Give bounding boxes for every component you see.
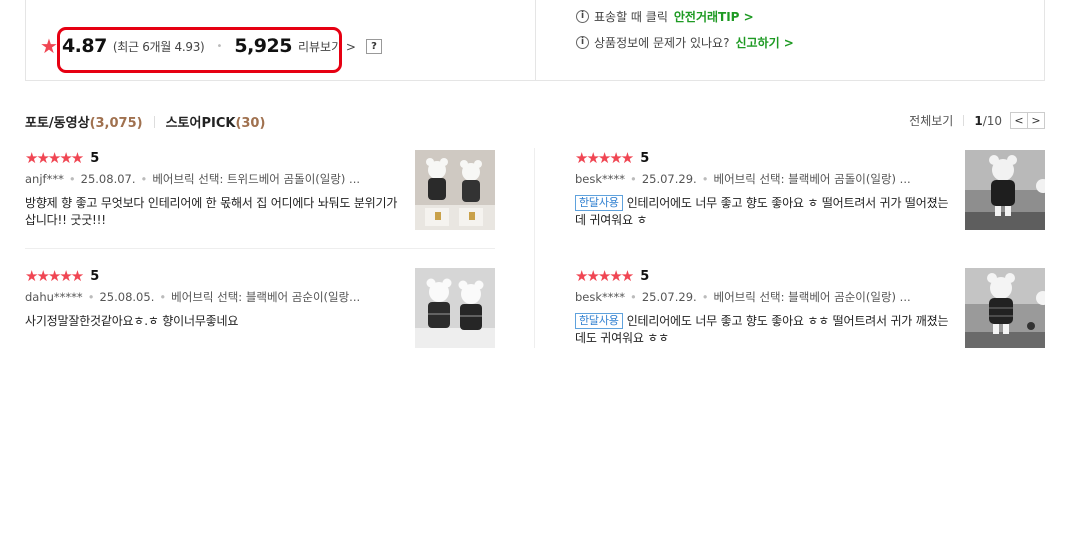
review-filter-tabs: 포토/동영상(3,075) 스토어PICK(30) (25, 112, 265, 131)
review-meta: besk**** • 25.07.29. • 베어브릭 선택: 블랙베어 곰돌이(일랑)… (575, 172, 911, 186)
review-rating: ★★★★★ 5 (25, 150, 99, 166)
review-text: 방향제 향 좋고 무엇보다 인테리어에 한 몫해서 집 어디에다 놔둬도 분위기… (25, 195, 405, 229)
info-icon: i (576, 36, 589, 49)
info-icon: i (576, 10, 589, 23)
review-body: 사기정말잘한것같아요ㅎ.ㅎ 향이너무좋네요 (25, 314, 239, 328)
tab-store-pick[interactable]: 스토어PICK(30) (166, 112, 266, 131)
review-item[interactable]: ★★★★★ 5 anjf*** • 25.08.07. • 베어브릭 선택: 트위드베어… (25, 150, 495, 232)
prev-page-button[interactable]: < (1010, 112, 1028, 129)
pager-separator (963, 115, 965, 126)
review-user: anjf*** (25, 172, 64, 186)
review-option: 베어브릭 선택: 트위드베어 곰돌이(일랑) ... (152, 172, 361, 186)
review-body: 방향제 향 좋고 무엇보다 인테리어에 한 몫해서 집 어디에다 놔둬도 분위기… (25, 196, 398, 227)
usage-badge: 한달사용 (575, 195, 623, 211)
pagination: 전체보기 1/10 < > (909, 112, 1045, 129)
review-rating: ★★★★★ 5 (575, 268, 649, 284)
review-meta: anjf*** • 25.08.07. • 베어브릭 선택: 트위드베어 곰돌이(일랑)… (25, 172, 361, 186)
review-item[interactable]: ★★★★★ 5 dahu***** • 25.08.05. • 베어브릭 선택: 블랙베… (25, 268, 495, 350)
review-score: 5 (640, 268, 650, 284)
review-score: 5 (640, 150, 650, 166)
report-link[interactable]: 신고하기 > (735, 34, 793, 51)
review-user: besk**** (575, 172, 626, 186)
star-icons: ★★★★★ (25, 266, 84, 285)
star-icons: ★★★★★ (575, 148, 634, 167)
row-divider (25, 248, 495, 249)
review-body: 인테리어에도 너무 좋고 향도 좋아요 ㅎㅎ 떨어트려서 귀가 깨졌는데도 귀여… (575, 314, 949, 345)
review-item[interactable]: ★★★★★ 5 besk**** • 25.07.29. • 베어브릭 선택: 블랙베어… (575, 268, 1045, 350)
rating-star-icon: ★ (40, 34, 58, 58)
tab-count: (3,075) (89, 116, 143, 131)
dot-separator: • (216, 40, 223, 52)
review-item[interactable]: ★★★★★ 5 besk**** • 25.07.29. • 베어브릭 선택: 블랙베어… (575, 150, 1045, 232)
current-page: 1 (974, 113, 983, 128)
page-indicator: 1/10 (974, 114, 1002, 128)
next-page-button[interactable]: > (1027, 112, 1045, 129)
review-text: 사기정말잘한것같아요ㅎ.ㅎ 향이너무좋네요 (25, 313, 405, 330)
column-divider (534, 148, 535, 348)
tab-label: 포토/동영상 (25, 116, 90, 131)
summary-divider (535, 0, 536, 80)
view-reviews-link[interactable]: 리뷰보기 > (298, 38, 356, 55)
tab-count: (30) (235, 116, 266, 131)
safe-trade-text: 표송할 때 클릭 (594, 9, 668, 24)
review-meta: besk**** • 25.07.29. • 베어브릭 선택: 블랙베어 곰순이(일랑)… (575, 290, 911, 304)
review-user: besk**** (575, 290, 626, 304)
star-icons: ★★★★★ (575, 266, 634, 285)
review-score: 5 (90, 268, 100, 284)
rating-summary: ★ 4.87 (최근 6개월 4.93) • 5,925 리뷰보기 > ? (40, 33, 382, 59)
review-photo[interactable] (965, 150, 1045, 230)
review-body: 인테리어에도 너무 좋고 향도 좋아요 ㅎ 떨어트려서 귀가 떨어졌는데 귀여워… (575, 196, 949, 227)
review-count: 5,925 (234, 35, 292, 57)
review-date: 25.08.07. (80, 172, 136, 186)
report-text: 상품정보에 문제가 있나요? (594, 36, 730, 50)
review-photo[interactable] (415, 150, 495, 230)
report-notice: i 상품정보에 문제가 있나요? 신고하기 > (576, 34, 794, 51)
review-option: 베어브릭 선택: 블랙베어 곰순이(일랑) ... (713, 290, 911, 304)
review-option: 베어브릭 선택: 블랙베어 곰순이(일랑... (171, 290, 361, 304)
review-meta: dahu***** • 25.08.05. • 베어브릭 선택: 블랙베어 곰순이(일랑… (25, 290, 361, 304)
review-user: dahu***** (25, 290, 83, 304)
review-rating: ★★★★★ 5 (25, 268, 99, 284)
review-photo[interactable] (415, 268, 495, 348)
star-icons: ★★★★★ (25, 148, 84, 167)
usage-badge: 한달사용 (575, 313, 623, 329)
review-photo[interactable] (965, 268, 1045, 348)
view-all-link[interactable]: 전체보기 (909, 112, 953, 129)
review-date: 25.07.29. (641, 290, 697, 304)
help-button[interactable]: ? (365, 38, 382, 54)
total-pages: /10 (982, 113, 1002, 128)
tab-label: 스토어PICK (165, 116, 236, 131)
review-score: 5 (90, 150, 100, 166)
review-text: 한달사용 인테리어에도 너무 좋고 향도 좋아요 ㅎ 떨어트려서 귀가 떨어졌는데… (575, 195, 955, 229)
review-date: 25.07.29. (641, 172, 697, 186)
review-option: 베어브릭 선택: 블랙베어 곰돌이(일랑) ... (713, 172, 911, 186)
review-rating: ★★★★★ 5 (575, 150, 649, 166)
average-rating: 4.87 (61, 35, 107, 57)
safe-trade-link[interactable]: 안전거래TIP > (674, 10, 754, 25)
review-text: 한달사용 인테리어에도 너무 좋고 향도 좋아요 ㅎㅎ 떨어트려서 귀가 깨졌는데… (575, 313, 955, 347)
recent-rating: (최근 6개월 4.93) (112, 39, 205, 54)
review-date: 25.08.05. (99, 290, 155, 304)
tab-separator (153, 115, 155, 128)
tab-photo-video[interactable]: 포토/동영상(3,075) (25, 112, 143, 131)
